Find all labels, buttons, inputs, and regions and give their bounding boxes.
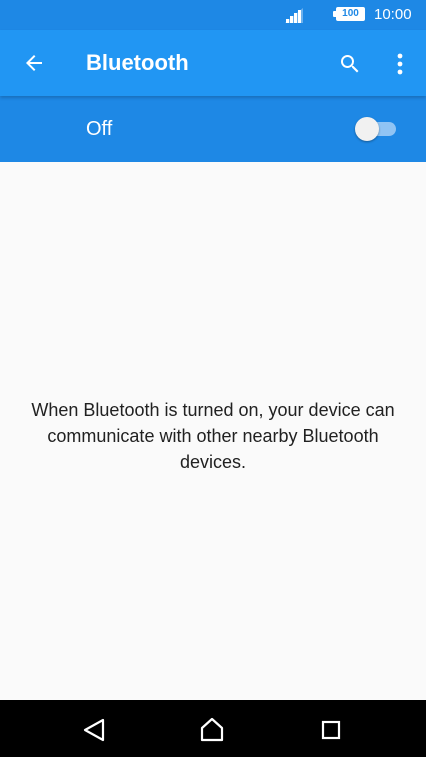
- nav-home-button[interactable]: [190, 708, 234, 752]
- search-button[interactable]: [327, 41, 371, 85]
- bluetooth-off-message: When Bluetooth is turned on, your device…: [31, 400, 395, 472]
- back-button[interactable]: [12, 41, 56, 85]
- status-time: 10:00: [374, 6, 412, 23]
- nav-recents-button[interactable]: [309, 708, 353, 752]
- signal-icon: [284, 7, 304, 24]
- more-options-button[interactable]: [378, 41, 422, 85]
- battery-level: 100: [336, 7, 365, 21]
- bluetooth-switch-bar[interactable]: Off: [0, 96, 426, 162]
- page-title: Bluetooth: [86, 50, 189, 75]
- battery-icon: 100: [333, 7, 367, 23]
- nav-back-button[interactable]: [72, 708, 116, 752]
- bluetooth-toggle[interactable]: [352, 113, 400, 143]
- app-toolbar: Bluetooth: [0, 30, 426, 96]
- toggle-thumb[interactable]: [355, 117, 379, 141]
- status-bar: 100 10:00: [0, 0, 426, 30]
- bluetooth-settings-screen: 100 10:00 Bluetooth Off When Bluetooth i…: [0, 0, 426, 757]
- system-nav-bar: [0, 700, 426, 757]
- switch-state-label: Off: [86, 118, 113, 140]
